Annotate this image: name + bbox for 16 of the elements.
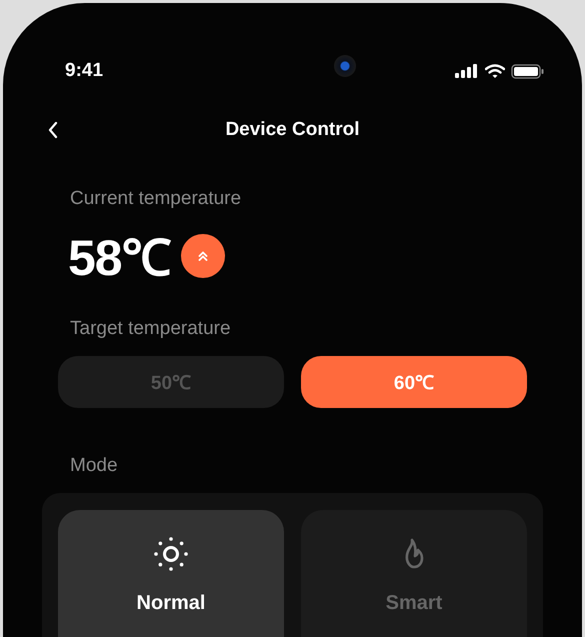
page-title: Device Control — [225, 119, 360, 141]
temperature-option[interactable]: 50℃ — [58, 356, 284, 408]
mode-option[interactable]: Normal — [58, 510, 284, 637]
section-label: Target temperature — [69, 318, 232, 340]
signal-icon — [455, 64, 479, 78]
mode-option[interactable]: Smart — [301, 510, 527, 637]
camera-icon — [334, 55, 356, 77]
section-label: Mode — [69, 455, 119, 477]
section-label: Current temperature — [69, 188, 242, 210]
temperature-option[interactable]: 60℃ — [301, 356, 527, 408]
sun-icon — [153, 536, 189, 572]
current-temperature: 58℃ — [68, 229, 171, 288]
wifi-icon — [485, 64, 505, 78]
status-time: 9:41 — [65, 60, 104, 82]
battery-icon — [511, 64, 544, 78]
chevron-left-icon — [47, 121, 59, 139]
